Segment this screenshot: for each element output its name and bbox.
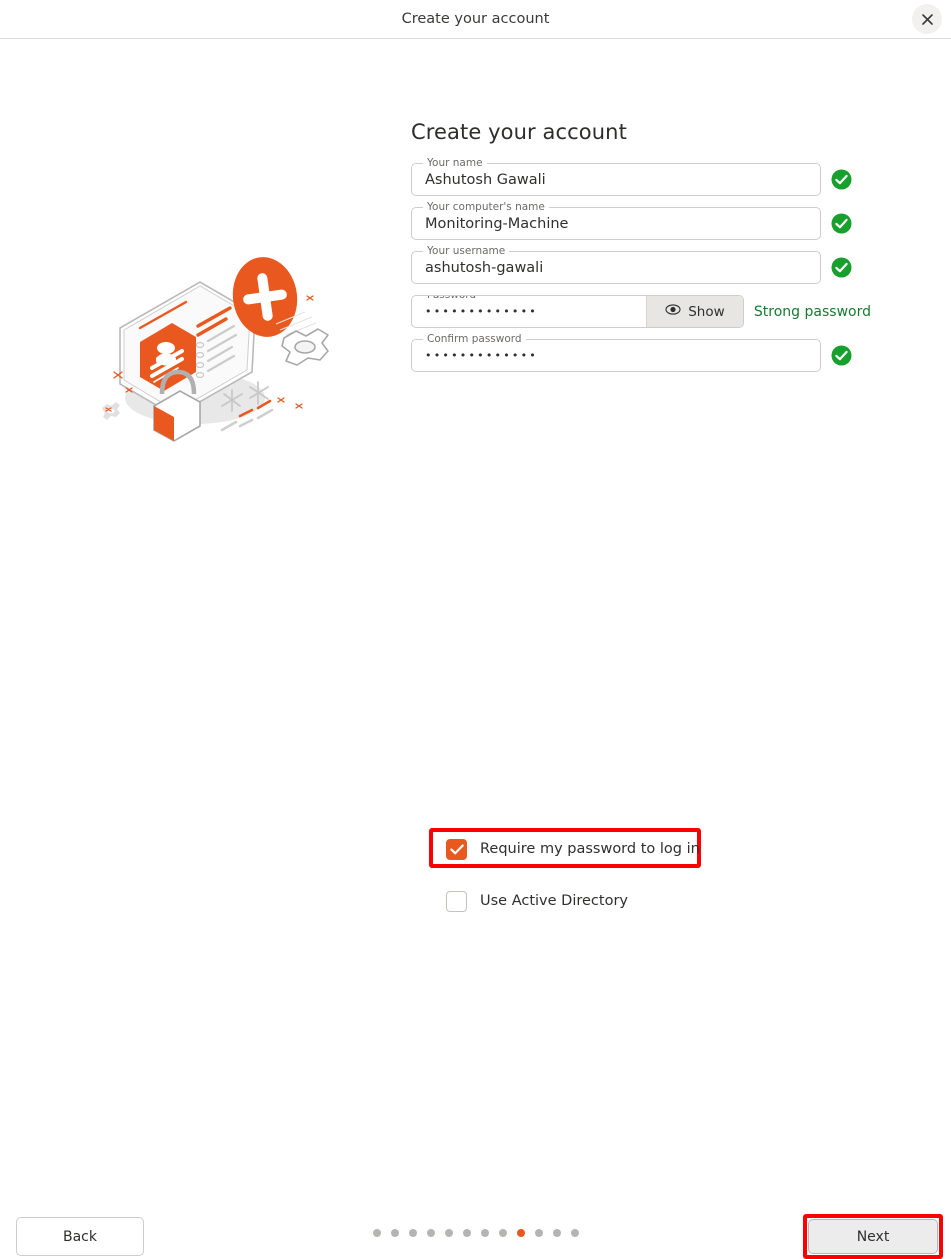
account-security-illustration <box>100 220 340 450</box>
password-value: ••••••••••••• <box>425 305 538 318</box>
valid-check-icon <box>831 257 852 278</box>
progress-dot[interactable] <box>390 1229 399 1237</box>
eye-icon <box>665 303 681 320</box>
computer-name-field[interactable]: Your computer's name Monitoring-Machine <box>411 201 821 240</box>
username-field[interactable]: Your username ashutosh-gawali <box>411 245 821 284</box>
your-name-value: Ashutosh Gawali <box>425 171 546 188</box>
progress-dot[interactable] <box>534 1229 543 1237</box>
field-row-username: Your username ashutosh-gawali <box>411 245 871 284</box>
close-window-button[interactable] <box>912 4 942 34</box>
progress-dot[interactable] <box>480 1229 489 1237</box>
valid-check-icon <box>831 169 852 190</box>
progress-dot-active[interactable] <box>516 1229 525 1237</box>
computer-name-value: Monitoring-Machine <box>425 215 569 232</box>
use-active-directory-label: Use Active Directory <box>480 893 628 909</box>
checkbox-row-require-password[interactable]: Require my password to log in <box>446 836 700 862</box>
require-password-label: Require my password to log in <box>480 841 700 857</box>
field-row-your-name: Your name Ashutosh Gawali <box>411 157 871 196</box>
your-name-field[interactable]: Your name Ashutosh Gawali <box>411 157 821 196</box>
window-title: Create your account <box>401 11 550 27</box>
progress-dot[interactable] <box>372 1229 381 1237</box>
window-titlebar: Create your account <box>0 0 951 39</box>
account-form: Create your account Your name Ashutosh G… <box>411 120 871 912</box>
progress-dot[interactable] <box>552 1229 561 1237</box>
valid-check-icon <box>831 213 852 234</box>
field-row-computer-name: Your computer's name Monitoring-Machine <box>411 201 871 240</box>
confirm-password-label: Confirm password <box>423 333 526 345</box>
computer-name-label: Your computer's name <box>423 201 549 213</box>
progress-dot[interactable] <box>462 1229 471 1237</box>
main-content: Create your account Your name Ashutosh G… <box>0 40 951 912</box>
username-label: Your username <box>423 245 510 257</box>
close-icon <box>921 13 934 26</box>
username-value: ashutosh-gawali <box>425 259 544 276</box>
password-label: Password <box>423 296 481 301</box>
use-active-directory-checkbox[interactable] <box>446 890 467 912</box>
show-password-label: Show <box>688 303 725 320</box>
progress-dot[interactable] <box>426 1229 435 1237</box>
field-row-confirm-password: Confirm password ••••••••••••• <box>411 333 871 372</box>
show-password-button[interactable]: Show <box>645 296 743 327</box>
confirm-password-value: ••••••••••••• <box>425 349 538 362</box>
confirm-password-field[interactable]: Confirm password ••••••••••••• <box>411 333 821 372</box>
progress-dot[interactable] <box>408 1229 417 1237</box>
progress-dot[interactable] <box>444 1229 453 1237</box>
page-title: Create your account <box>411 120 627 144</box>
next-button[interactable]: Next <box>808 1219 938 1254</box>
progress-dot[interactable] <box>498 1229 507 1237</box>
password-strength-text: Strong password <box>753 303 871 320</box>
password-field[interactable]: Password ••••••••••••• Show <box>411 295 744 328</box>
valid-check-icon <box>831 345 852 366</box>
your-name-label: Your name <box>423 157 487 169</box>
require-password-checkbox[interactable] <box>446 838 467 860</box>
field-row-password: Password ••••••••••••• Show Strong passw… <box>411 295 871 328</box>
checkbox-row-use-active-directory[interactable]: Use Active Directory <box>446 888 628 914</box>
wizard-footer: Back Next <box>0 600 951 1259</box>
progress-dot[interactable] <box>570 1229 579 1237</box>
